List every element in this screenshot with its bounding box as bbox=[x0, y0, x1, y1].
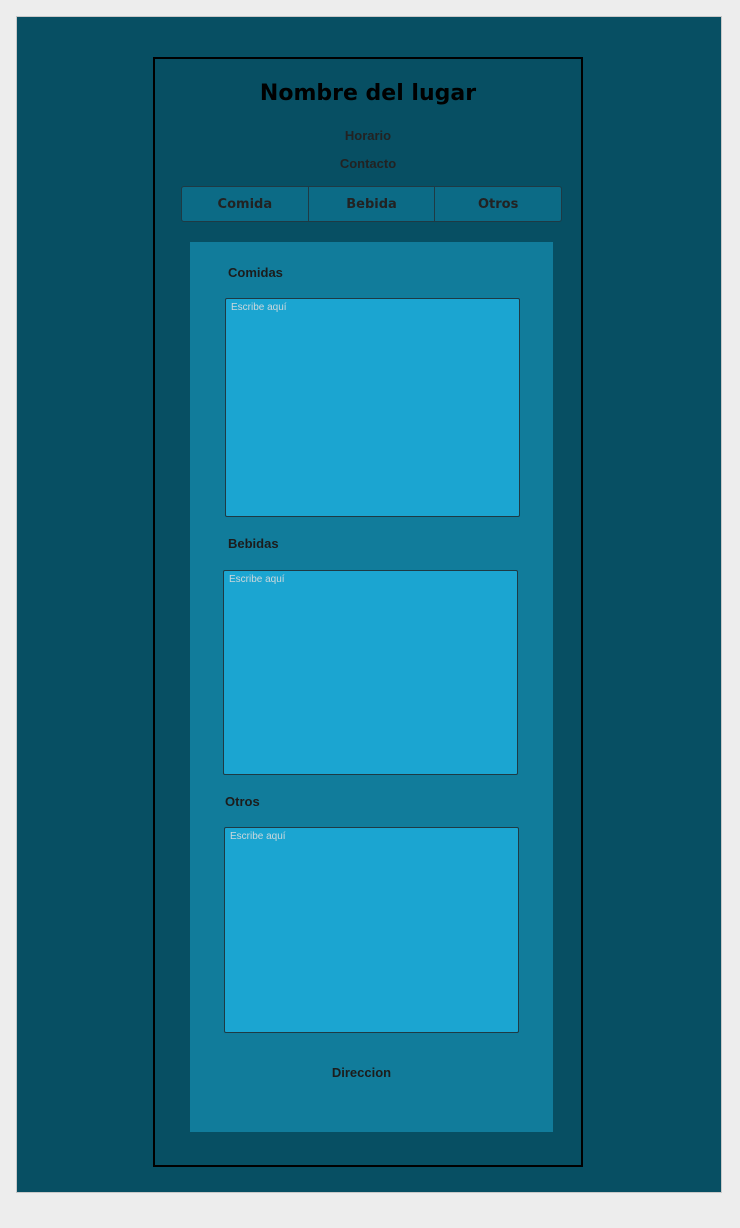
direccion-text: Direccion bbox=[331, 1065, 392, 1080]
otros-label: Otros bbox=[225, 794, 260, 809]
page-title: Nombre del lugar bbox=[259, 81, 477, 106]
place-card: Nombre del lugar Horario Contacto Comida… bbox=[153, 57, 583, 1167]
tab-comida[interactable]: Comida bbox=[182, 187, 308, 221]
category-tabs: Comida Bebida Otros bbox=[181, 186, 562, 222]
content-panel: Comidas Bebidas Otros Direccion bbox=[190, 242, 553, 1132]
bebidas-label: Bebidas bbox=[228, 536, 279, 551]
tab-otros[interactable]: Otros bbox=[434, 187, 561, 221]
horario-text: Horario bbox=[344, 128, 392, 143]
comidas-input[interactable] bbox=[225, 298, 520, 517]
page-background: Nombre del lugar Horario Contacto Comida… bbox=[16, 16, 722, 1193]
bebidas-input[interactable] bbox=[223, 570, 518, 775]
tab-bebida[interactable]: Bebida bbox=[307, 187, 435, 221]
contacto-text: Contacto bbox=[339, 156, 397, 171]
comidas-label: Comidas bbox=[228, 265, 283, 280]
otros-input[interactable] bbox=[224, 827, 519, 1033]
